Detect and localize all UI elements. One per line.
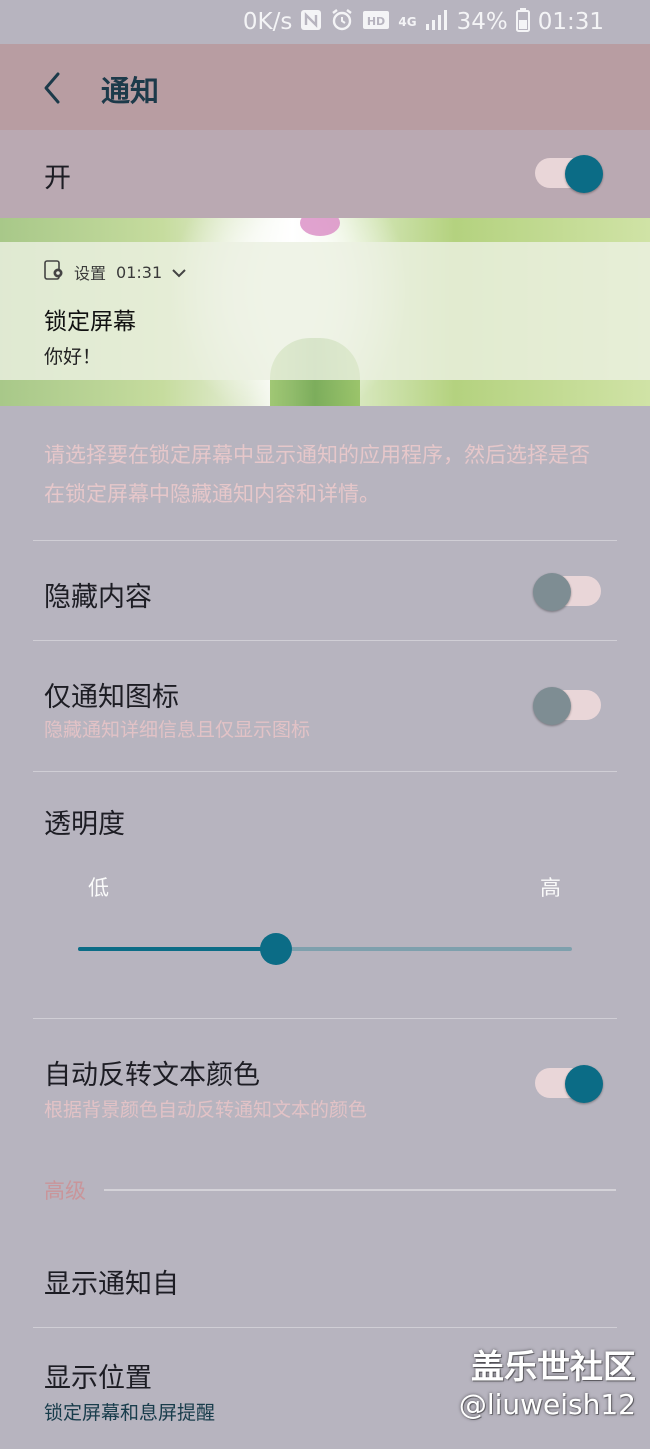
status-bar: 0K/s HD 4G 34% 01:31 xyxy=(0,0,650,44)
notification-time: 01:31 xyxy=(116,262,163,282)
master-toggle[interactable] xyxy=(535,155,603,193)
notification-meta: 设置 01:31 xyxy=(44,260,186,284)
clock: 01:31 xyxy=(537,9,604,35)
chevron-left-icon xyxy=(44,72,60,104)
alarm-icon xyxy=(330,8,354,37)
icons-only-toggle[interactable] xyxy=(533,687,601,725)
icons-only-subtitle: 隐藏通知详细信息且仅显示图标 xyxy=(44,719,311,741)
hd-label: HD xyxy=(367,15,385,28)
hide-content-label: 隐藏内容 xyxy=(44,582,152,613)
slider-fill xyxy=(78,947,276,951)
display-position-label: 显示位置 xyxy=(44,1363,152,1394)
auto-reverse-toggle[interactable] xyxy=(535,1065,603,1103)
back-button[interactable] xyxy=(34,68,70,108)
auto-reverse-row[interactable]: 自动反转文本颜色 根据背景颜色自动反转通知文本的颜色 xyxy=(0,1019,650,1149)
settings-app-icon xyxy=(44,260,64,284)
chevron-down-icon xyxy=(172,263,186,282)
app-bar: 通知 xyxy=(0,44,650,130)
icons-only-row[interactable]: 仅通知图标 隐藏通知详细信息且仅显示图标 xyxy=(0,641,650,771)
master-switch-label: 开 xyxy=(44,163,71,194)
toggle-thumb xyxy=(533,573,571,611)
transparency-label: 透明度 xyxy=(44,809,125,840)
description-text: 请选择要在锁定屏幕中显示通知的应用程序，然后选择是否在锁定屏幕中隐藏通知内容和详… xyxy=(44,443,590,506)
auto-reverse-subtitle: 根据背景颜色自动反转通知文本的颜色 xyxy=(44,1099,368,1121)
hide-content-row[interactable]: 隐藏内容 xyxy=(0,541,650,640)
toggle-thumb xyxy=(565,155,603,193)
page-title: 通知 xyxy=(101,74,160,108)
hd-voice-icon: HD xyxy=(362,10,390,35)
transparency-slider[interactable] xyxy=(78,930,572,970)
4g-icon: 4G xyxy=(398,15,417,29)
divider xyxy=(33,771,617,772)
show-notifications-from-label: 显示通知自 xyxy=(44,1269,179,1300)
slider-low-label: 低 xyxy=(88,876,109,900)
display-position-subtitle: 锁定屏幕和息屏提醒 xyxy=(44,1402,216,1424)
signal-icon xyxy=(425,9,449,36)
net-speed: 0K/s xyxy=(242,9,293,35)
notification-body: 你好！ xyxy=(44,346,102,368)
lockscreen-preview: 设置 01:31 锁定屏幕 你好！ xyxy=(0,218,650,406)
master-switch-row[interactable]: 开 xyxy=(0,130,650,218)
notification-preview-card: 设置 01:31 锁定屏幕 你好！ xyxy=(0,242,650,380)
hide-content-toggle[interactable] xyxy=(533,573,601,611)
toggle-thumb xyxy=(533,687,571,725)
battery-percent: 34% xyxy=(456,9,508,35)
watermark-text: 盖乐世社区 xyxy=(471,1347,636,1386)
toggle-thumb xyxy=(565,1065,603,1103)
show-notifications-from-row[interactable]: 显示通知自 xyxy=(0,1230,650,1327)
notification-title: 锁定屏幕 xyxy=(44,309,136,335)
notification-app-name: 设置 xyxy=(74,264,107,283)
watermark-handle: @liuweish12 xyxy=(458,1388,636,1421)
icons-only-label: 仅通知图标 xyxy=(44,682,179,713)
slider-knob[interactable] xyxy=(259,933,292,965)
auto-reverse-label: 自动反转文本颜色 xyxy=(44,1060,260,1091)
slider-high-label: 高 xyxy=(540,876,561,900)
advanced-section-header: 高级 xyxy=(44,1179,86,1203)
nfc-icon xyxy=(300,9,322,36)
section-divider xyxy=(104,1189,616,1191)
battery-icon xyxy=(515,7,530,37)
